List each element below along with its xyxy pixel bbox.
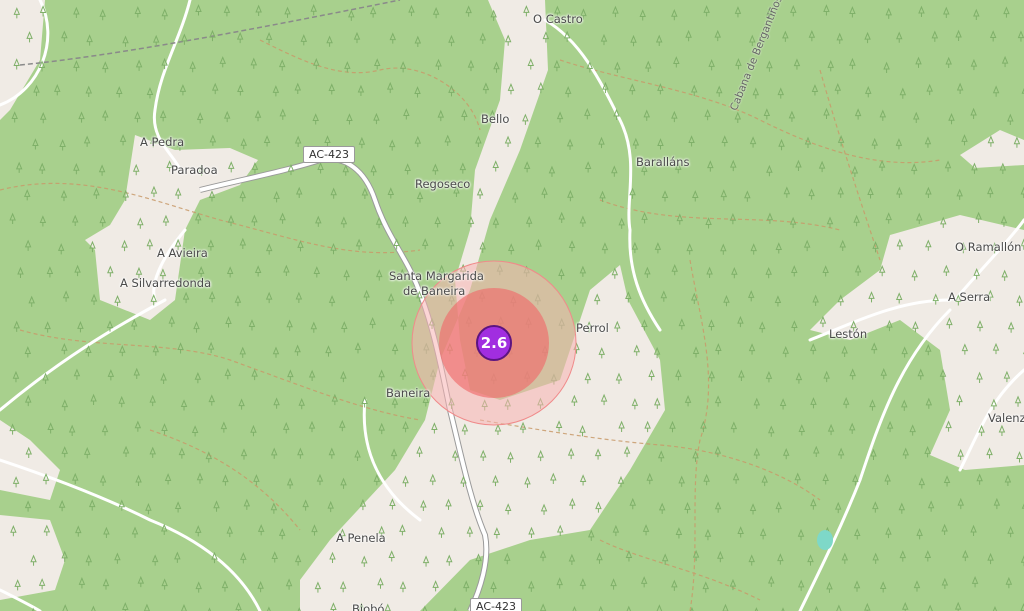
place-biobo: Biobó bbox=[352, 602, 385, 611]
place-a-pedra: A Pedra bbox=[140, 135, 185, 149]
map-canvas[interactable]: 2.6 AC-423 AC-423 Cabana de Bergantiños … bbox=[0, 0, 1024, 611]
place-santa-margarida: Santa Margarida bbox=[389, 269, 484, 283]
place-bello: Bello bbox=[481, 112, 510, 126]
place-a-avieira: A Avieira bbox=[157, 246, 208, 260]
place-leston: Lestón bbox=[829, 327, 868, 341]
place-a-penela: A Penela bbox=[336, 531, 386, 545]
place-a-serra: A Serra bbox=[948, 290, 991, 304]
place-valenza: Valenza bbox=[988, 411, 1024, 425]
road-shield-ac423-north: AC-423 bbox=[303, 146, 355, 163]
place-paradoa: Paradoa bbox=[171, 163, 218, 177]
place-barallans: Baralláns bbox=[636, 155, 690, 169]
place-a-silvarredonda: A Silvarredonda bbox=[120, 276, 212, 290]
place-perrol: Perrol bbox=[576, 321, 609, 335]
pond bbox=[817, 530, 833, 550]
event-magnitude-marker[interactable]: 2.6 bbox=[476, 325, 512, 361]
road-shield-ac423-south: AC-423 bbox=[470, 598, 522, 611]
place-regoseco: Regoseco bbox=[415, 177, 471, 191]
place-o-castro: O Castro bbox=[533, 12, 583, 26]
place-baneira: Baneira bbox=[386, 386, 431, 400]
place-o-ramallon: O Ramallón bbox=[955, 240, 1022, 254]
map-base-layer bbox=[0, 0, 1024, 611]
place-de-baneira: de Baneira bbox=[403, 284, 466, 298]
